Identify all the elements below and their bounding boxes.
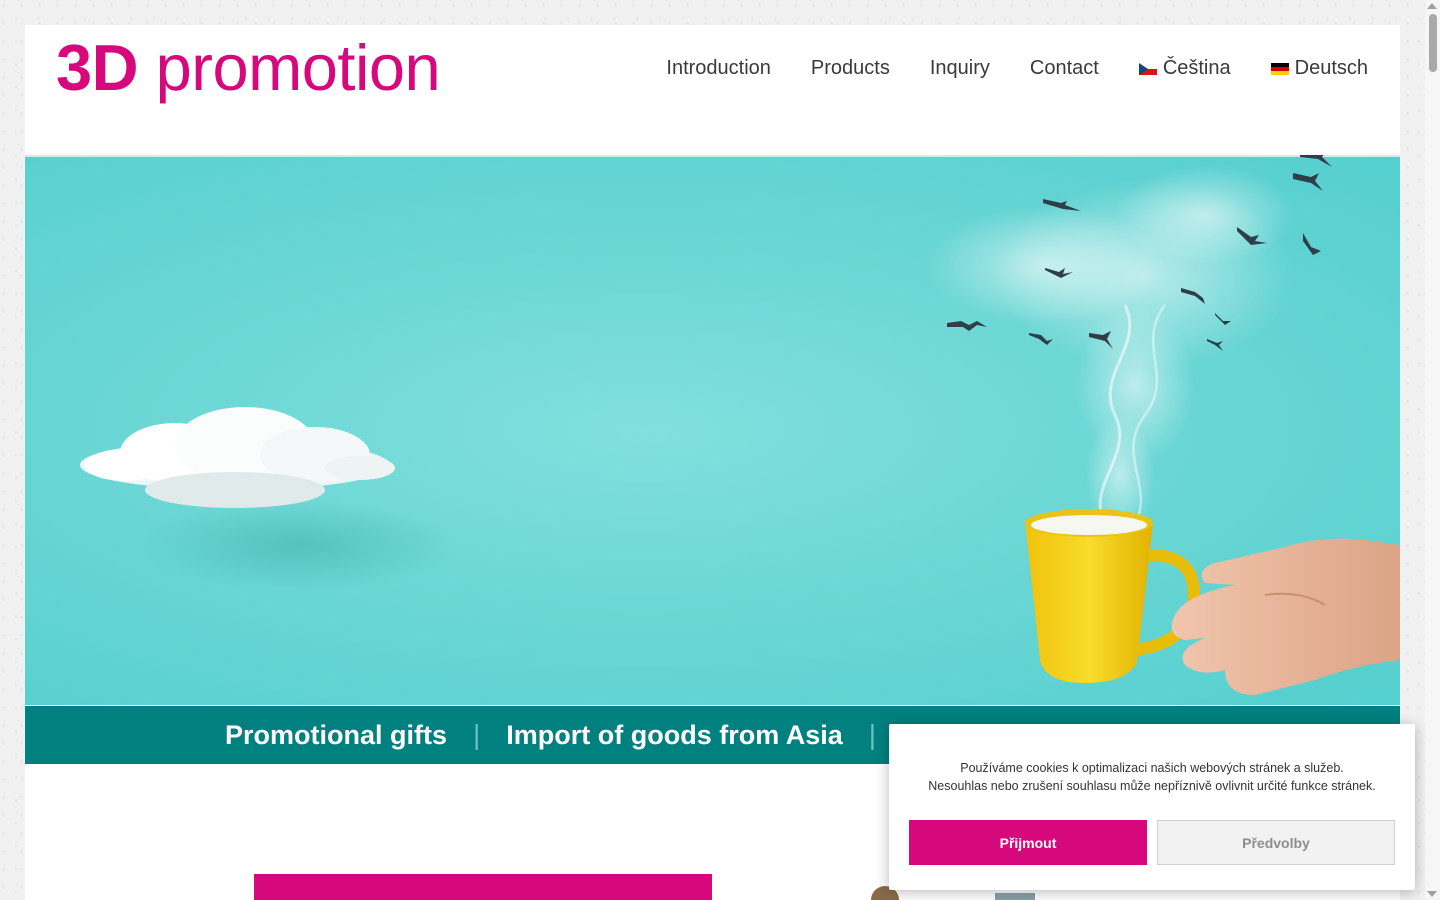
nav-language-german-label: Deutsch bbox=[1294, 57, 1368, 79]
nav-introduction[interactable]: Introduction bbox=[666, 57, 771, 80]
tag-separator: | bbox=[473, 719, 481, 750]
cookie-preferences-button[interactable]: Předvolby bbox=[1157, 820, 1395, 865]
tag-import-goods-asia[interactable]: Import of goods from Asia bbox=[506, 720, 843, 751]
cloud-icon bbox=[80, 407, 395, 508]
hero-illustration bbox=[80, 155, 1400, 695]
nav-language-czech-label: Čeština bbox=[1162, 57, 1231, 79]
nav-contact[interactable]: Contact bbox=[1030, 57, 1099, 80]
cookie-message-line1: Používáme cookies k optimalizaci našich … bbox=[960, 761, 1344, 775]
tag-promotional-gifts[interactable]: Promotional gifts bbox=[225, 720, 447, 751]
nav-language-czech[interactable]: Čeština bbox=[1138, 57, 1231, 80]
logo-bold-text: 3D bbox=[56, 31, 139, 104]
nav-inquiry[interactable]: Inquiry bbox=[930, 57, 990, 80]
hand-icon bbox=[1171, 538, 1400, 695]
cookie-consent-banner: Používáme cookies k optimalizaci našich … bbox=[889, 724, 1415, 890]
accept-cookies-button[interactable]: Přijmout bbox=[909, 820, 1147, 865]
hero-banner bbox=[25, 155, 1400, 705]
cookie-message: Používáme cookies k optimalizaci našich … bbox=[889, 759, 1415, 795]
main-nav: Introduction Products Inquiry Contact Če… bbox=[666, 57, 1368, 80]
site-header: 3D promotion Introduction Products Inqui… bbox=[25, 25, 1400, 155]
nav-language-german[interactable]: Deutsch bbox=[1270, 57, 1368, 80]
logo-text: promotion bbox=[138, 31, 441, 104]
site-logo[interactable]: 3D promotion bbox=[56, 31, 441, 104]
cookie-message-line2: Nesouhlas nebo zrušení souhlasu může nep… bbox=[928, 779, 1376, 793]
scrollbar-thumb[interactable] bbox=[1429, 14, 1437, 72]
scroll-up-icon[interactable] bbox=[1427, 3, 1437, 9]
tag-separator: | bbox=[868, 719, 877, 750]
czech-flag-icon bbox=[1138, 62, 1157, 75]
nav-products[interactable]: Products bbox=[811, 57, 890, 80]
cloud-shadow bbox=[140, 500, 460, 590]
german-flag-icon bbox=[1270, 62, 1289, 75]
content-section-banner[interactable] bbox=[254, 874, 712, 900]
scroll-down-icon[interactable] bbox=[1427, 891, 1437, 897]
coffee-mug-icon bbox=[1025, 509, 1200, 683]
steam-icon bbox=[925, 165, 1295, 535]
page-scrollbar[interactable] bbox=[1425, 0, 1440, 900]
